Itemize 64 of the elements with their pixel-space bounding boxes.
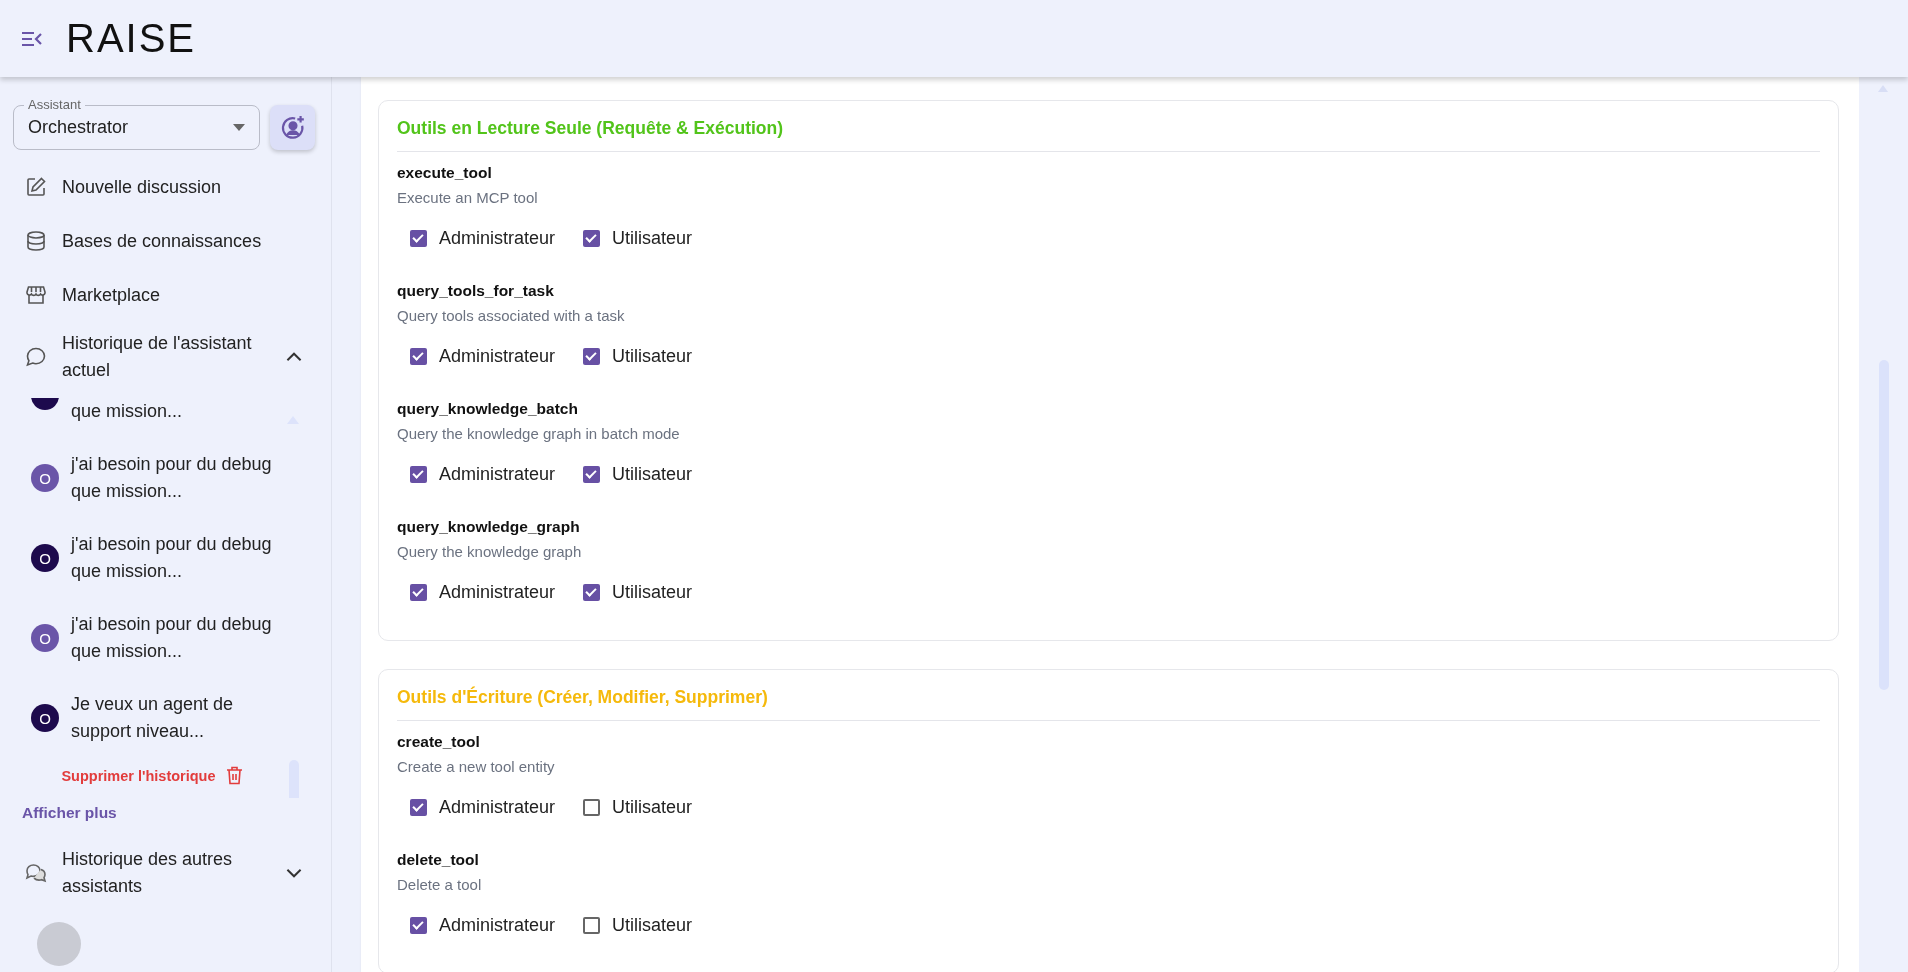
tool-description: Query the knowledge graph in batch mode [397,425,681,442]
tool-name: create_tool [397,733,481,751]
section-title: Outils en Lecture Seule (Requête & Exécution) [397,115,1820,152]
checkbox[interactable] [410,230,427,247]
checkbox-label: Administrateur [439,346,556,367]
checkbox-label: Administrateur [439,797,556,818]
history-item[interactable]: O Je veux un agent de support niveau... [13,678,291,758]
checkbox[interactable] [410,584,427,601]
history-item[interactable]: que mission... [13,398,291,438]
tool-name: query_tools_for_task [397,282,555,300]
tool-description: Query the knowledge graph [397,543,583,560]
avatar-icon: O [31,704,59,732]
checkbox[interactable] [583,584,601,601]
checkbox-label: Administrateur [439,582,556,603]
tool-description: Query tools associated with a task [397,307,626,324]
add-assistant-button[interactable] [270,105,315,150]
history-item[interactable]: O j'ai besoin pour du debug que mission... [13,438,291,518]
checkbox-label: Administrateur [439,915,556,936]
trash-icon [225,766,243,785]
avatar-icon: O [31,544,59,572]
checkbox[interactable] [583,230,601,247]
checkbox[interactable] [583,348,601,365]
tool-description: Create a new tool entity [397,758,556,775]
checkbox[interactable] [410,799,427,816]
checkbox[interactable] [410,348,427,365]
nav-item[interactable]: Bases de connaissances [13,214,315,268]
logo: RAISE [66,16,197,61]
history-item[interactable]: O j'ai besoin pour du debug que mission... [13,598,291,678]
tool-name: query_knowledge_batch [397,400,579,418]
add-user-icon [279,114,306,141]
nav-item[interactable]: Nouvelle discussion [13,160,315,214]
avatar-icon: O [31,624,59,652]
tool-name: query_knowledge_graph [397,518,581,536]
caret-icon [233,124,245,131]
history-group-header[interactable]: Historique de l'assistant actuel [13,322,315,392]
checkbox-label: Administrateur [439,228,556,249]
checkbox-label: Utilisateur [612,346,693,367]
history-group-header[interactable]: Historique des autres assistants [13,838,315,908]
checkbox-label: Utilisateur [612,582,693,603]
chat-bubble-icon [24,345,48,369]
chat-bubbles-icon [24,861,48,885]
checkbox[interactable] [583,799,601,816]
tool-name: execute_tool [397,164,493,182]
history-item[interactable]: O j'ai besoin pour du debug que mission... [13,518,291,598]
show-more-link[interactable]: Afficher plus [13,798,126,828]
checkbox[interactable] [410,917,427,934]
tool-description: Execute an MCP tool [397,189,539,206]
checkbox[interactable] [410,466,427,483]
checkbox[interactable] [583,466,601,483]
checkbox-label: Utilisateur [612,915,693,936]
database-icon [24,229,48,253]
clear-history-button[interactable]: Supprimer l'historique [57,762,247,789]
tool-name: delete_tool [397,851,480,869]
nav-item[interactable]: Marketplace [13,268,315,322]
checkbox-label: Administrateur [439,464,556,485]
avatar-icon: O [31,464,59,492]
checkbox[interactable] [583,917,601,934]
tool-description: Delete a tool [397,876,483,893]
store-icon [24,283,48,307]
checkbox-label: Utilisateur [612,228,693,249]
section-title: Outils d'Écriture (Créer, Modifier, Supprimer) [397,684,1820,721]
edit-icon [24,175,48,199]
checkbox-label: Utilisateur [612,797,693,818]
checkbox-label: Utilisateur [612,464,693,485]
